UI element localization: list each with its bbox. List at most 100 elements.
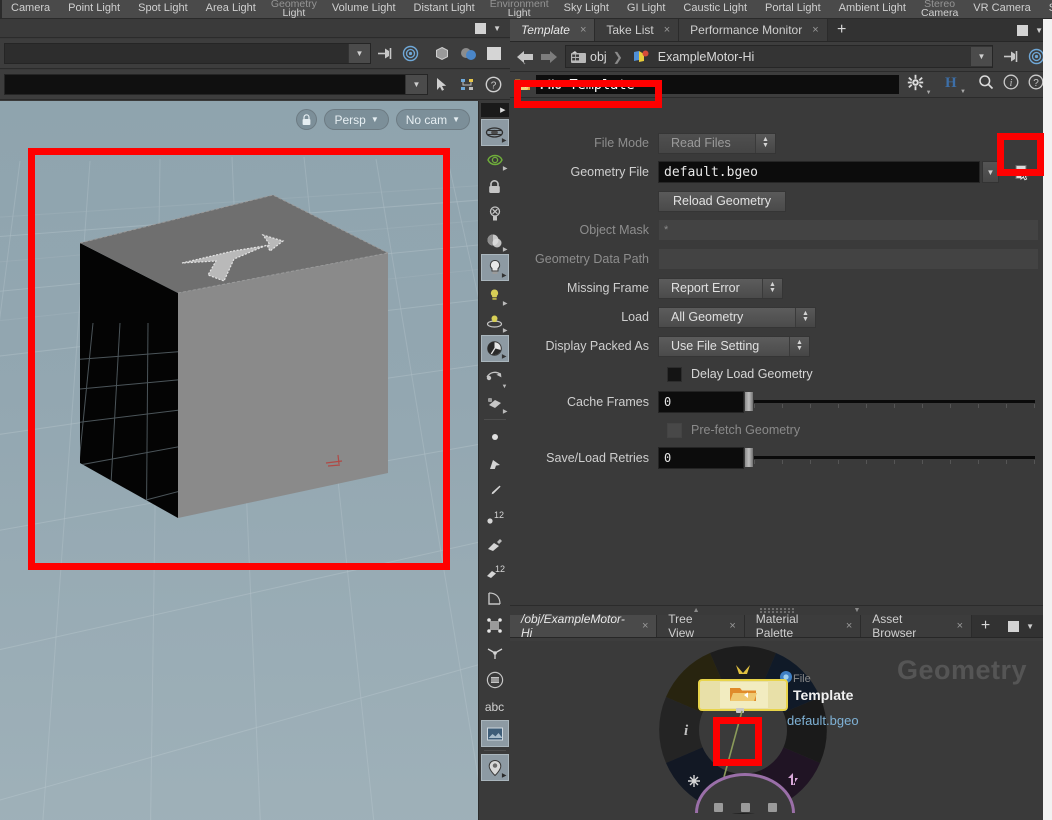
snap-toggle-icon[interactable]: ▶	[480, 335, 509, 362]
parameter-list[interactable]: File Mode Read Files ▲ ▼ Geometry File defaul…	[510, 124, 1043, 606]
spinner-icon[interactable]: ▲ ▼	[755, 133, 775, 153]
checkbox-toggle[interactable]	[667, 366, 682, 382]
operator-header[interactable]: File Template ▼ H ▼ i ?	[510, 72, 1052, 98]
file-chooser-button[interactable]	[1009, 160, 1035, 184]
geometry-cube-icon[interactable]	[429, 42, 455, 66]
shelf-item-11[interactable]: Portal Light	[756, 0, 830, 18]
viewport-operation-field[interactable]: ▼	[4, 74, 428, 95]
select-tool-icon[interactable]	[481, 450, 509, 477]
parm-readonly-field[interactable]: *	[658, 219, 1039, 241]
tab-3[interactable]: Asset Browser ×	[861, 612, 972, 640]
parm-control[interactable]: Reload Geometry	[658, 190, 1043, 212]
add-tab-button[interactable]: +	[828, 19, 856, 41]
viewport-path-field[interactable]: ▼	[4, 43, 371, 64]
breadcrumb-node[interactable]: ExampleMotor-Hi	[658, 50, 755, 64]
parm-checkbox-row-10[interactable]: Pre-fetch Geometry	[510, 418, 1043, 442]
chevron-down-icon[interactable]: ▼	[348, 44, 370, 63]
construction-plane-icon[interactable]: ▶	[481, 389, 509, 416]
lock-icon[interactable]	[296, 109, 318, 130]
parm-checkbox-row-8[interactable]: Delay Load Geometry	[510, 362, 1043, 386]
back-arrow-icon[interactable]	[513, 44, 537, 70]
slider-track[interactable]	[754, 400, 1035, 403]
parm-readonly-field[interactable]	[658, 248, 1039, 270]
file-history-dropdown-icon[interactable]: ▼	[982, 161, 999, 183]
shelf-item-0[interactable]: Camera	[2, 0, 59, 18]
parm-control[interactable]: Report Error ▲ ▼	[658, 277, 1043, 299]
viewport-view-mode-dropdown[interactable]: Persp ▼	[324, 109, 389, 130]
shelf-item-14[interactable]: VR Camera	[964, 0, 1039, 18]
tab-close-icon[interactable]: ×	[642, 620, 648, 632]
parm-breadcrumb[interactable]: obj ❯ ExampleMotor-Hi ▼	[565, 45, 993, 68]
reload-geometry-button[interactable]: Reload Geometry	[658, 190, 786, 212]
shelf-item-2[interactable]: Spot Light	[129, 0, 197, 18]
paint-tool-icon[interactable]	[481, 531, 509, 558]
tab-1[interactable]: Take List ×	[595, 19, 680, 41]
spinner-icon[interactable]: ▲ ▼	[762, 278, 782, 298]
tab-close-icon[interactable]: ×	[729, 620, 735, 632]
tab-close-icon[interactable]: ×	[812, 24, 818, 36]
operator-name-field[interactable]: File Template	[536, 75, 900, 94]
text-abc-icon[interactable]: abc	[481, 693, 509, 720]
node-flags-icon[interactable]	[454, 73, 480, 97]
select-geometry-icon[interactable]: ▶	[481, 146, 509, 173]
geometry-file-input[interactable]: default.bgeo	[658, 161, 980, 183]
gear-icon[interactable]: ▼	[907, 74, 934, 96]
parm-number-input[interactable]: 0	[658, 391, 744, 413]
viewport-menu-caret-icon[interactable]: ▼	[493, 24, 501, 33]
shelf-item-1[interactable]: Point Light	[59, 0, 129, 18]
add-tab-button[interactable]: +	[972, 615, 999, 637]
parm-dropdown[interactable]: Report Error ▲ ▼	[658, 277, 783, 299]
parm-control[interactable]: *	[658, 219, 1043, 241]
measure-icon[interactable]	[481, 585, 509, 612]
node-secondary-flags[interactable]	[714, 803, 777, 812]
parm-path-bar[interactable]: obj ❯ ExampleMotor-Hi ▼	[510, 42, 1052, 72]
pin-icon[interactable]	[997, 45, 1023, 69]
parm-tabstrip[interactable]: Template × Take List × Performance Monitor × +…	[510, 19, 1052, 42]
breadcrumb-dropdown-icon[interactable]: ▼	[970, 47, 992, 66]
image-plane-icon[interactable]	[480, 720, 509, 747]
tab-0[interactable]: Template ×	[510, 19, 596, 41]
shelf-item-5[interactable]: Volume Light	[323, 0, 405, 18]
shelf-item-8[interactable]: Sky Light	[555, 0, 618, 18]
network-maximize-button[interactable]	[1008, 620, 1020, 632]
shelf-item-12[interactable]: Ambient Light	[830, 0, 915, 18]
houdini-h-icon[interactable]: H ▼	[944, 74, 969, 95]
viewport-vertical-toolbar[interactable]: ▶ ▶ ▶ ▶ ▶ ▶ ▶ ▶ ▼ ▶ 12 12 abc ▶	[478, 101, 510, 820]
shelf-item-15[interactable]: Switcher	[1040, 0, 1052, 18]
parm-control[interactable]	[658, 248, 1043, 270]
view-display-options-icon[interactable]: ▶	[480, 119, 509, 146]
material-sphere-icon[interactable]	[455, 42, 481, 66]
tab-2[interactable]: Material Palette ×	[744, 612, 862, 640]
target-icon[interactable]	[397, 42, 423, 66]
parm-control[interactable]: All Geometry ▲ ▼	[658, 306, 1043, 328]
viewport-toolbar-expand-button[interactable]: ▶	[480, 103, 509, 117]
display-flag-icon[interactable]	[481, 42, 507, 66]
point-snap-icon[interactable]: ▶	[481, 281, 509, 308]
network-menu-caret-icon[interactable]: ▼	[1026, 622, 1034, 631]
operator-name-value[interactable]: Template	[570, 77, 635, 93]
parm-maximize-button[interactable]	[1017, 24, 1029, 36]
slider-track[interactable]	[754, 456, 1035, 459]
no-snap-icon[interactable]	[481, 200, 509, 227]
shelf-item-6[interactable]: Distant Light	[405, 0, 484, 18]
tab-close-icon[interactable]: ×	[957, 620, 963, 632]
viewport-camera-dropdown[interactable]: No cam ▼	[395, 109, 470, 130]
transform-pivot-icon[interactable]	[481, 612, 509, 639]
forward-arrow-icon[interactable]	[537, 44, 561, 70]
viewport-tabstrip[interactable]: ▼	[0, 19, 510, 38]
handle-align-icon[interactable]: ▼	[481, 362, 509, 390]
parm-menu-caret-icon[interactable]: ▼	[1035, 26, 1043, 35]
tab-2[interactable]: Performance Monitor ×	[679, 19, 828, 41]
parm-number-input[interactable]: 0	[658, 447, 744, 469]
spinner-icon[interactable]: ▲ ▼	[795, 307, 815, 327]
help-icon[interactable]: ?	[480, 73, 506, 97]
shelf-item-4[interactable]: Geometry Light	[265, 0, 323, 18]
viewport-secondary-bar[interactable]: ▼ ?	[0, 70, 510, 100]
pin-icon[interactable]	[371, 42, 397, 66]
slider-handle[interactable]	[745, 392, 753, 411]
parm-slider[interactable]	[745, 447, 1037, 469]
parm-control[interactable]: default.bgeo ▼	[658, 160, 1043, 184]
shelf-item-10[interactable]: Caustic Light	[674, 0, 756, 18]
info-icon[interactable]: i	[1003, 74, 1019, 95]
parm-control[interactable]: Use File Setting ▲ ▼	[658, 335, 1043, 357]
